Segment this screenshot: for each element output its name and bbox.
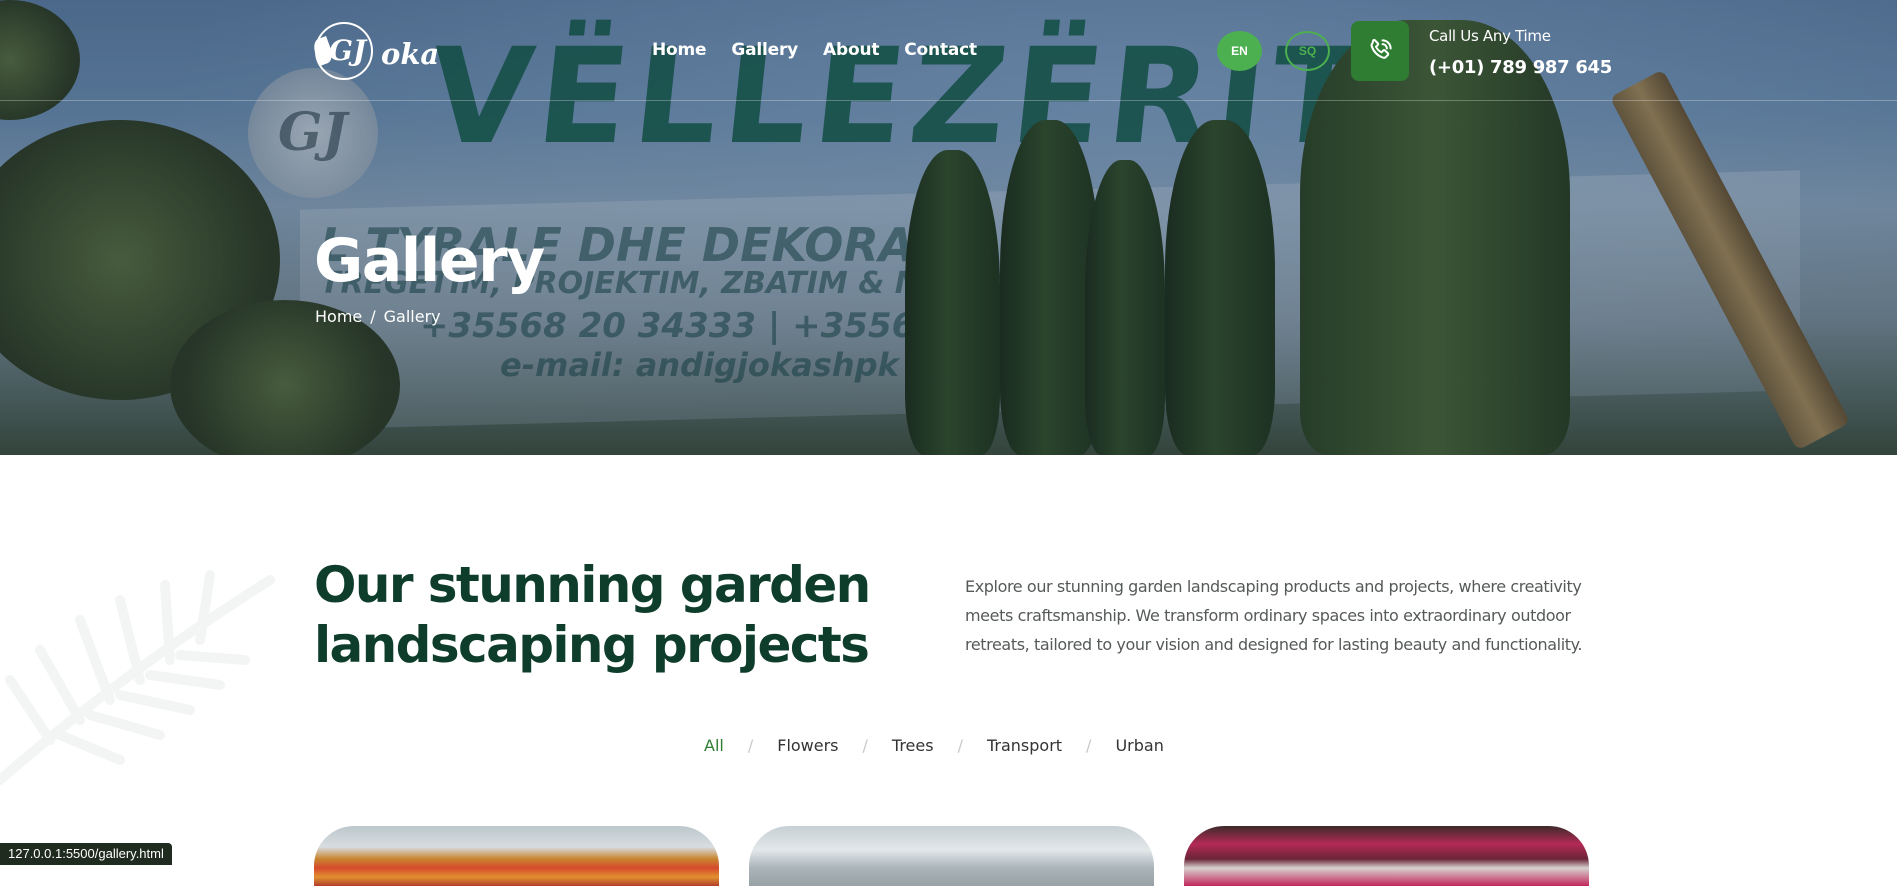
- main-nav: Home Gallery About Contact: [652, 40, 1002, 60]
- gallery-card[interactable]: [749, 826, 1154, 886]
- nav-home[interactable]: Home: [652, 40, 707, 60]
- filter-flowers[interactable]: Flowers: [777, 736, 838, 755]
- phone-icon: [1370, 39, 1392, 59]
- logo-monogram: GJ: [329, 34, 367, 67]
- site-header: GJ oka Home Gallery About Contact EN SQ …: [0, 0, 1897, 101]
- site-logo[interactable]: GJ oka: [311, 22, 440, 80]
- call-number[interactable]: (+01) 789 987 645: [1429, 57, 1612, 78]
- gallery-card[interactable]: [1184, 826, 1589, 886]
- language-en-button[interactable]: EN: [1217, 31, 1262, 71]
- section-description: Explore our stunning garden landscaping …: [965, 577, 1583, 654]
- nav-gallery[interactable]: Gallery: [731, 40, 798, 60]
- nav-contact[interactable]: Contact: [904, 40, 977, 60]
- breadcrumb-separator: /: [370, 307, 376, 326]
- page-title: Gallery: [314, 226, 545, 296]
- gallery-image-bougainvillea: [1184, 826, 1589, 886]
- gallery-image-flowers: [314, 826, 719, 886]
- nav-about[interactable]: About: [823, 40, 879, 60]
- gallery-card[interactable]: [314, 826, 719, 886]
- filter-separator: /: [957, 736, 963, 755]
- language-sq-button[interactable]: SQ: [1285, 31, 1330, 71]
- breadcrumb: Home / Gallery: [315, 307, 441, 326]
- logo-emblem: GJ: [311, 22, 373, 80]
- gallery-image-greenhouse: [749, 826, 1154, 886]
- call-button[interactable]: [1351, 21, 1409, 81]
- gallery-filters: All / Flowers / Trees / Transport / Urba…: [704, 736, 1164, 755]
- filter-transport[interactable]: Transport: [987, 736, 1062, 755]
- section-heading: Our stunning garden landscaping projects: [314, 556, 871, 674]
- filter-trees[interactable]: Trees: [892, 736, 934, 755]
- palm-leaf-decoration: [0, 570, 275, 785]
- logo-wordmark: oka: [381, 37, 440, 71]
- breadcrumb-home[interactable]: Home: [315, 307, 362, 326]
- filter-separator: /: [1086, 736, 1092, 755]
- call-label: Call Us Any Time: [1429, 27, 1551, 45]
- filter-all[interactable]: All: [704, 736, 724, 755]
- gallery-grid: [314, 826, 1589, 886]
- filter-separator: /: [862, 736, 868, 755]
- breadcrumb-current: Gallery: [383, 307, 441, 326]
- browser-status-url: 127.0.0.1:5500/gallery.html: [0, 843, 172, 865]
- filter-urban[interactable]: Urban: [1115, 736, 1163, 755]
- filter-separator: /: [747, 736, 754, 755]
